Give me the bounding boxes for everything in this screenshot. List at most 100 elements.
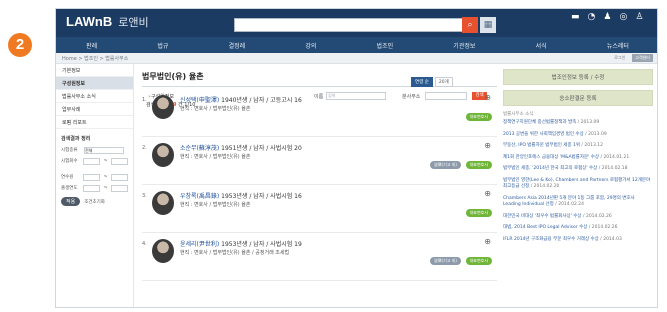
avatar[interactable] (152, 191, 174, 215)
register-lawyer-button[interactable]: 법조인정보 등록 / 수정 (503, 69, 653, 85)
status-badge: 대표변호사 (465, 209, 492, 217)
nav-item-2[interactable]: 결정례 (229, 41, 246, 50)
sidebar-item[interactable]: 기본정보 (56, 64, 133, 77)
avatar[interactable] (152, 239, 174, 263)
nav-item-3[interactable]: 강의 (305, 41, 316, 50)
top-bar: LAWnB 로앤비 ⌕ ▦ ▬ ◔ ♟ ◎ ♙ (56, 9, 657, 37)
sidebar-item[interactable]: 업무사례 (56, 103, 133, 116)
filter-title: 검색결과 정리 (61, 136, 91, 142)
avatar[interactable] (152, 143, 174, 167)
login-link[interactable]: 로그인 (611, 54, 628, 62)
news-item[interactable]: 부동산, IPO 법률자문 법무법인 세종 1위 / 2013.12 (503, 143, 653, 150)
register-judgment-button[interactable]: 승소판결문 등록 (503, 90, 653, 106)
institute-to-field[interactable] (110, 173, 129, 181)
article-badge[interactable]: 法律(기고 외) (429, 161, 461, 169)
member-position: 현직 : 변호사 / 법무법인(유) 율촌 (180, 106, 251, 112)
news-item[interactable]: 정책연구지원단체 중선법률정책과 발족 / 2013.09 (503, 120, 653, 127)
news-item[interactable]: 2013 공변을 위한 사회책임경영 법인 수상 / 2013.09 (503, 132, 653, 139)
news-item[interactable]: 대법, 2014 Best IPO Legal Advisor 수상 / 201… (503, 225, 653, 232)
member-name-link[interactable]: 신성택(申聖澤) (180, 97, 219, 104)
clock-icon: ◔ (587, 12, 596, 22)
filter-label: 시험종류 (61, 148, 78, 153)
news-date: / 2013.09 (576, 120, 600, 125)
filter-label: 시험회수 (61, 159, 78, 164)
article-badge[interactable]: 法律(기고 외) (429, 257, 461, 265)
news-item[interactable]: Chambers Asia 2014년판 5개 분야 1등 그룹 포함, 29명… (503, 196, 653, 209)
result-filter: 검색결과 정리 시험종류 전체 시험회수 ~ 연수원 ~ 출생연도 ~ 적용 조… (56, 135, 133, 206)
news-title: 법무법인 세종, '2014년 한국 최고의 로펌상' 수상 (503, 166, 598, 171)
filter-label: 출생연도 (61, 186, 78, 191)
news-title: 정책연구지원단체 중선법률정책과 발족 (503, 120, 577, 125)
bell-button[interactable]: ♟ (603, 12, 611, 23)
nav-item-5[interactable]: 기관정보 (453, 41, 475, 50)
row-number: 3. (142, 193, 147, 199)
nav-item-7[interactable]: 뉴스레터 (607, 41, 629, 50)
user-icon: ♙ (635, 12, 644, 22)
member-name-line: 윤세리(尹世利) 1953년생 / 남자 / 사법시험 19 (180, 239, 302, 248)
news-date: / 2013.12 (580, 143, 603, 148)
headset-button[interactable]: ◎ (619, 12, 627, 23)
news-date: / 2014.03 (598, 236, 622, 242)
news-item[interactable]: 제1회 한양인포에스 금융대상 'M&A법률자문' 수상 / 2014.01.2… (503, 155, 653, 162)
birth-to-field[interactable] (110, 184, 129, 192)
zoom-icon[interactable]: ⊕ (484, 141, 491, 150)
member-name-link[interactable]: 윤세리(尹世利) (180, 241, 219, 248)
table-row: 2. 소순무(蘇淳茂) 1951년생 / 남자 / 사법시험 20 현직 : 변호사… (142, 137, 497, 185)
birth-from-field[interactable] (83, 184, 101, 192)
filter-label: 연수원 (61, 175, 74, 180)
sort-age-button[interactable]: 연령 순 (411, 77, 433, 87)
news-item[interactable]: 법무법인 세종, '2014년 한국 최고의 로펌상' 수상 / 2014.02… (503, 166, 653, 173)
nav-item-1[interactable]: 법규 (157, 41, 168, 50)
page-size-select[interactable]: 20개 (434, 77, 453, 87)
news-title: 2013 공변을 위한 사회책임경영 법인 수상 (503, 131, 584, 137)
round-to-field[interactable] (110, 157, 129, 165)
row-number: 1. (142, 97, 147, 103)
news-title: 제1회 한양인포에스 금융대상 'M&A법률자문' 수상 (503, 154, 600, 160)
nav-item-6[interactable]: 서식 (536, 41, 547, 50)
breadcrumb-bar: Home > 법조인 > 법률사무소 로그인 고객센터 (56, 53, 657, 64)
nav-item-0[interactable]: 판례 (86, 41, 97, 50)
main-search-input[interactable] (234, 18, 464, 32)
row-number: 2. (142, 145, 147, 151)
member-info: 1951년생 / 남자 / 사법시험 20 (219, 145, 302, 152)
search-icon[interactable]: ⌕ (462, 17, 478, 33)
zoom-icon[interactable]: ⊕ (484, 189, 491, 198)
logo-korean: 로앤비 (118, 17, 149, 29)
exam-type-select[interactable]: 전체 (84, 146, 124, 154)
news-item[interactable]: 대한민국 비대상 '최우수 법률회사상' 수상 / 2014.02.26 (503, 214, 653, 221)
news-item[interactable]: 법무법인 영한(Lee & Ko), Chambers and Partners… (503, 178, 653, 191)
filter-row-institute: 연수원 ~ (61, 172, 129, 182)
headset-icon: ◎ (619, 12, 628, 22)
round-from-field[interactable] (83, 157, 101, 165)
zoom-icon[interactable]: ⊕ (484, 237, 491, 246)
reset-link[interactable]: 조건초기화 (84, 199, 105, 205)
nav-item-4[interactable]: 법조인 (377, 41, 394, 50)
member-name-line: 소순무(蘇淳茂) 1951년생 / 남자 / 사법시험 20 (180, 143, 302, 152)
site-logo[interactable]: LAWnB 로앤비 (66, 14, 149, 30)
help-link[interactable]: 고객센터 (632, 54, 653, 62)
sidebar-item[interactable]: 로펌 리포트 (56, 116, 133, 129)
news-date: / 2014.02.26 (587, 225, 618, 230)
zoom-icon[interactable]: ⊕ (484, 93, 491, 102)
sidebar-item[interactable]: 구성원정보 (56, 77, 133, 90)
sidebar-item[interactable]: 법률사무소 소식 (56, 90, 133, 103)
institute-from-field[interactable] (83, 173, 101, 181)
apply-button[interactable]: 적용 (61, 197, 81, 206)
member-name-link[interactable]: 소순무(蘇淳茂) (180, 145, 219, 152)
news-title: 부동산, IPO 법률자문 법무법인 세종 1위 (503, 143, 580, 148)
member-name-link[interactable]: 우창록(禹昌錄) (180, 193, 219, 200)
member-info: 1953년생 / 남자 / 사법시험 16 (219, 193, 302, 200)
screenshot-root: { "badge": "2", "header": { "brand_small… (0, 0, 667, 312)
user-button[interactable]: ♙ (635, 12, 643, 23)
logo-wordmark: LAWnB (66, 14, 113, 29)
folder-button[interactable]: ▬ (571, 12, 580, 23)
clock-button[interactable]: ◔ (588, 12, 596, 23)
news-date: / 2014.01.21 (599, 154, 630, 160)
news-item[interactable]: IFLR 2014년 구조화금융 부문 최우수 거래상 수상 / 2014.03 (503, 237, 653, 244)
avatar[interactable] (152, 95, 174, 119)
news-date: / 2014.02.20 (529, 184, 560, 189)
folder-icon: ▬ (571, 12, 580, 22)
grid-menu-icon[interactable]: ▦ (480, 17, 496, 33)
filter-buttons: 적용 조건초기화 (61, 197, 128, 206)
table-row: 3. 우창록(禹昌錄) 1953년생 / 남자 / 사법시험 16 현직 : 변호사… (142, 185, 497, 233)
